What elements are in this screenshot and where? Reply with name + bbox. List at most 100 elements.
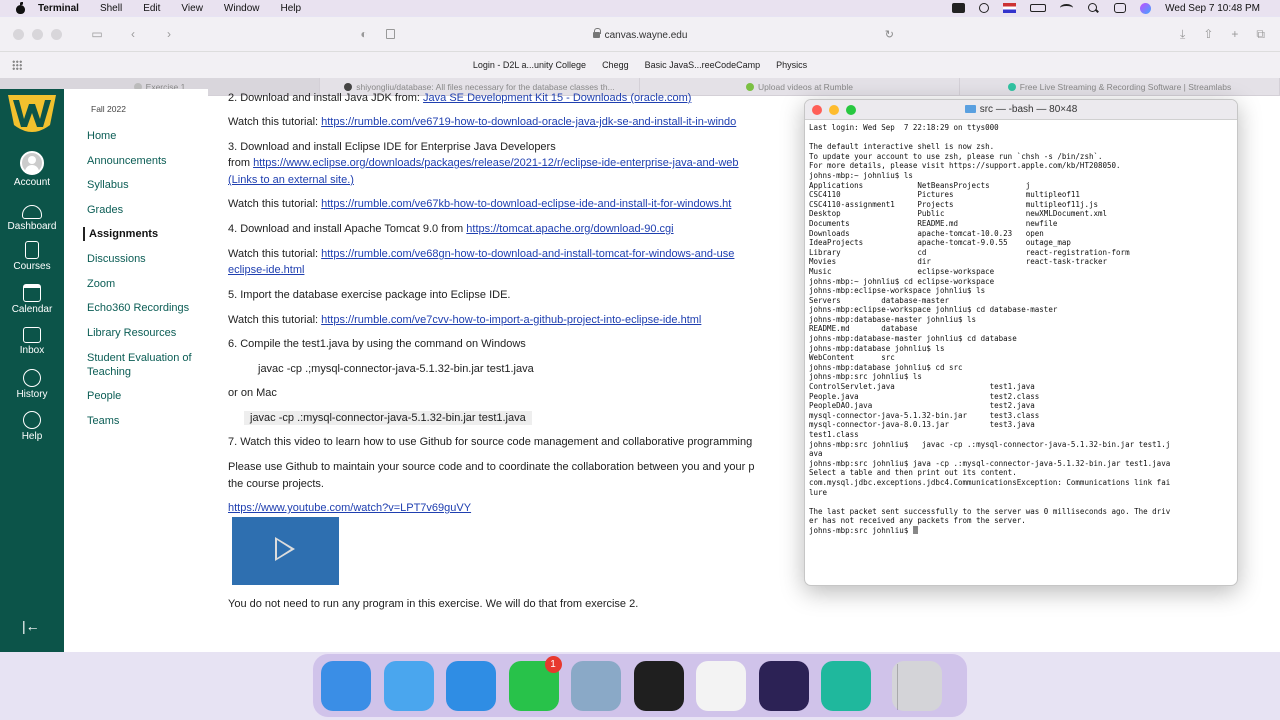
preview-app-icon[interactable] (571, 661, 621, 711)
tutorial-link[interactable]: https://rumble.com/ve7cvv-how-to-import-… (321, 314, 701, 326)
course-nav-zoom[interactable]: Zoom (87, 277, 207, 291)
course-nav-discussions[interactable]: Discussions (87, 252, 207, 266)
global-nav-help[interactable]: Help (0, 411, 64, 442)
eclipse-link[interactable]: https://www.eclipse.org/downloads/packag… (253, 157, 738, 169)
tutorial-link[interactable]: https://rumble.com/ve68gn-how-to-downloa… (321, 248, 734, 260)
step-4: 4. Download and install Apache Tomcat 9.… (228, 223, 674, 235)
mail-app-icon[interactable] (383, 661, 434, 711)
global-nav-label: Account (13, 177, 51, 188)
menu-help[interactable]: Help (281, 3, 302, 14)
forward-icon[interactable]: › (160, 27, 178, 41)
address-bar[interactable]: canvas.wayne.edu ↻ (383, 25, 897, 45)
trash-app-icon[interactable] (891, 661, 942, 711)
jdk-link[interactable]: Java SE Development Kit 15 - Downloads (… (423, 92, 691, 104)
course-nav-home[interactable]: Home (87, 129, 207, 143)
terminal-line: johns-mbp:src johnliu$ (809, 525, 1233, 536)
step-2: 2. Download and install Java JDK from: J… (228, 92, 692, 104)
course-nav-people[interactable]: People (87, 389, 207, 403)
global-nav-dashboard[interactable]: Dashboard (0, 205, 64, 232)
step-6: 6. Compile the test1.java by using the c… (228, 338, 526, 350)
terminal-output[interactable]: Last login: Wed Sep 7 22:18:29 on ttys00… (805, 120, 1237, 539)
menu-edit[interactable]: Edit (143, 3, 160, 14)
mac-command: javac -cp .:mysql-connector-java-5.1.32-… (244, 411, 532, 425)
streamlabs-app-icon[interactable] (821, 661, 871, 711)
course-nav-syllabus[interactable]: Syllabus (87, 178, 207, 192)
cloud-icon[interactable] (952, 3, 966, 13)
tab-overview-icon[interactable]: ⧉ (1256, 27, 1265, 42)
course-nav-evaluation[interactable]: Student Evaluation of Teaching (87, 351, 207, 379)
reload-icon[interactable]: ↻ (885, 28, 894, 41)
share-icon[interactable]: ⇧ (1203, 27, 1213, 42)
avatar-icon (20, 151, 44, 175)
tutorial-link[interactable]: https://rumble.com/ve67kb-how-to-downloa… (321, 198, 731, 210)
tutorial-link[interactable]: eclipse-ide.html (228, 264, 304, 276)
whatsapp-app-icon[interactable]: 1 (508, 656, 562, 711)
wayne-state-logo-icon[interactable] (5, 91, 59, 139)
menu-shell[interactable]: Shell (100, 3, 122, 14)
tutorial-link[interactable]: https://rumble.com/ve6719-how-to-downloa… (321, 116, 736, 128)
terminal-title: src — -bash — 80×48 (805, 104, 1237, 115)
menu-app-name[interactable]: Terminal (38, 3, 79, 14)
course-nav-grades[interactable]: Grades (87, 203, 207, 217)
menubar-clock[interactable]: Wed Sep 7 10:48 PM (1165, 3, 1260, 14)
terminal-line: Library cd react-registration-form (809, 247, 1130, 257)
course-nav-library[interactable]: Library Resources (87, 326, 207, 340)
download-icon[interactable]: ⤓ (1180, 27, 1185, 42)
terminal-line: johns-mbp:database-master johnliu$ ls (809, 314, 977, 324)
status-icon[interactable] (979, 3, 990, 13)
menu-window[interactable]: Window (224, 3, 260, 14)
course-nav-teams[interactable]: Teams (87, 414, 207, 428)
search-icon[interactable] (1087, 3, 1100, 13)
terminal-line: CSC4110-assignment1 Projects multipleof1… (809, 199, 1098, 209)
global-nav-calendar[interactable]: Calendar (0, 284, 64, 315)
eclipse-app-icon[interactable] (758, 661, 809, 711)
bookmark-item[interactable]: Basic JavaS...reeCodeCamp (645, 60, 761, 70)
calendar-icon (23, 284, 41, 302)
play-icon[interactable] (275, 537, 295, 561)
course-nav-assignments[interactable]: Assignments (83, 227, 203, 241)
safari-app-icon[interactable] (446, 661, 496, 711)
terminal-titlebar[interactable]: src — -bash — 80×48 (805, 100, 1237, 120)
global-nav-label: Calendar (11, 304, 53, 315)
external-site-link[interactable]: (Links to an external site.) (228, 174, 354, 186)
collapse-nav-icon[interactable]: |← (22, 618, 40, 634)
inbox-icon (23, 327, 41, 343)
step-4-tutorial: Watch this tutorial: https://rumble.com/… (228, 248, 735, 260)
siri-icon[interactable] (1140, 2, 1152, 14)
terminal-line: Documents README.md newfile (809, 218, 1058, 228)
bookmark-item[interactable]: Physics (776, 60, 807, 70)
terminal-line: PeopleDAO.java test2.java (809, 401, 1035, 411)
terminal-window[interactable]: src — -bash — 80×48 Last login: Wed Sep … (804, 99, 1238, 586)
global-nav-account[interactable]: Account (0, 151, 64, 188)
tomcat-link[interactable]: https://tomcat.apache.org/download-90.cg… (466, 223, 673, 235)
close-window-icon[interactable] (13, 28, 24, 40)
video-thumbnail[interactable] (232, 517, 339, 585)
control-center-icon[interactable] (1114, 3, 1127, 13)
battery-icon[interactable] (1030, 4, 1047, 12)
apple-icon[interactable] (14, 2, 28, 14)
course-nav-announcements[interactable]: Announcements (87, 154, 207, 168)
shield-icon[interactable]: ◐ (355, 27, 373, 41)
textedit-app-icon[interactable] (696, 661, 746, 711)
terminal-line: johns-mbp:database johnliu$ ls (809, 343, 945, 353)
global-nav-courses[interactable]: Courses (0, 241, 64, 272)
terminal-line: johns-mbp:~ johnliu$ cd eclipse-workspac… (809, 276, 995, 286)
minimize-window-icon[interactable] (32, 28, 43, 40)
bookmark-item[interactable]: Chegg (602, 60, 629, 70)
bookmark-item[interactable]: Login - D2L a...unity College (473, 60, 586, 70)
youtube-link[interactable]: https://www.youtube.com/watch?v=LPT7v69g… (228, 502, 471, 514)
grid-icon[interactable] (12, 60, 22, 70)
sidebar-toggle-icon[interactable]: ▭ (88, 27, 106, 41)
zoom-window-icon[interactable] (51, 28, 62, 40)
back-icon[interactable]: ‹ (124, 27, 142, 41)
new-tab-icon[interactable]: + (1231, 27, 1238, 42)
terminal-app-icon[interactable] (633, 661, 684, 711)
global-nav-history[interactable]: History (0, 369, 64, 400)
flag-icon[interactable] (1003, 3, 1017, 13)
course-nav-echo360[interactable]: Echo360 Recordings (87, 301, 207, 315)
clock-icon (23, 369, 41, 387)
finder-app-icon[interactable] (321, 661, 371, 711)
global-nav-inbox[interactable]: Inbox (0, 327, 64, 356)
menu-view[interactable]: View (181, 3, 203, 14)
wifi-icon[interactable] (1060, 4, 1074, 12)
